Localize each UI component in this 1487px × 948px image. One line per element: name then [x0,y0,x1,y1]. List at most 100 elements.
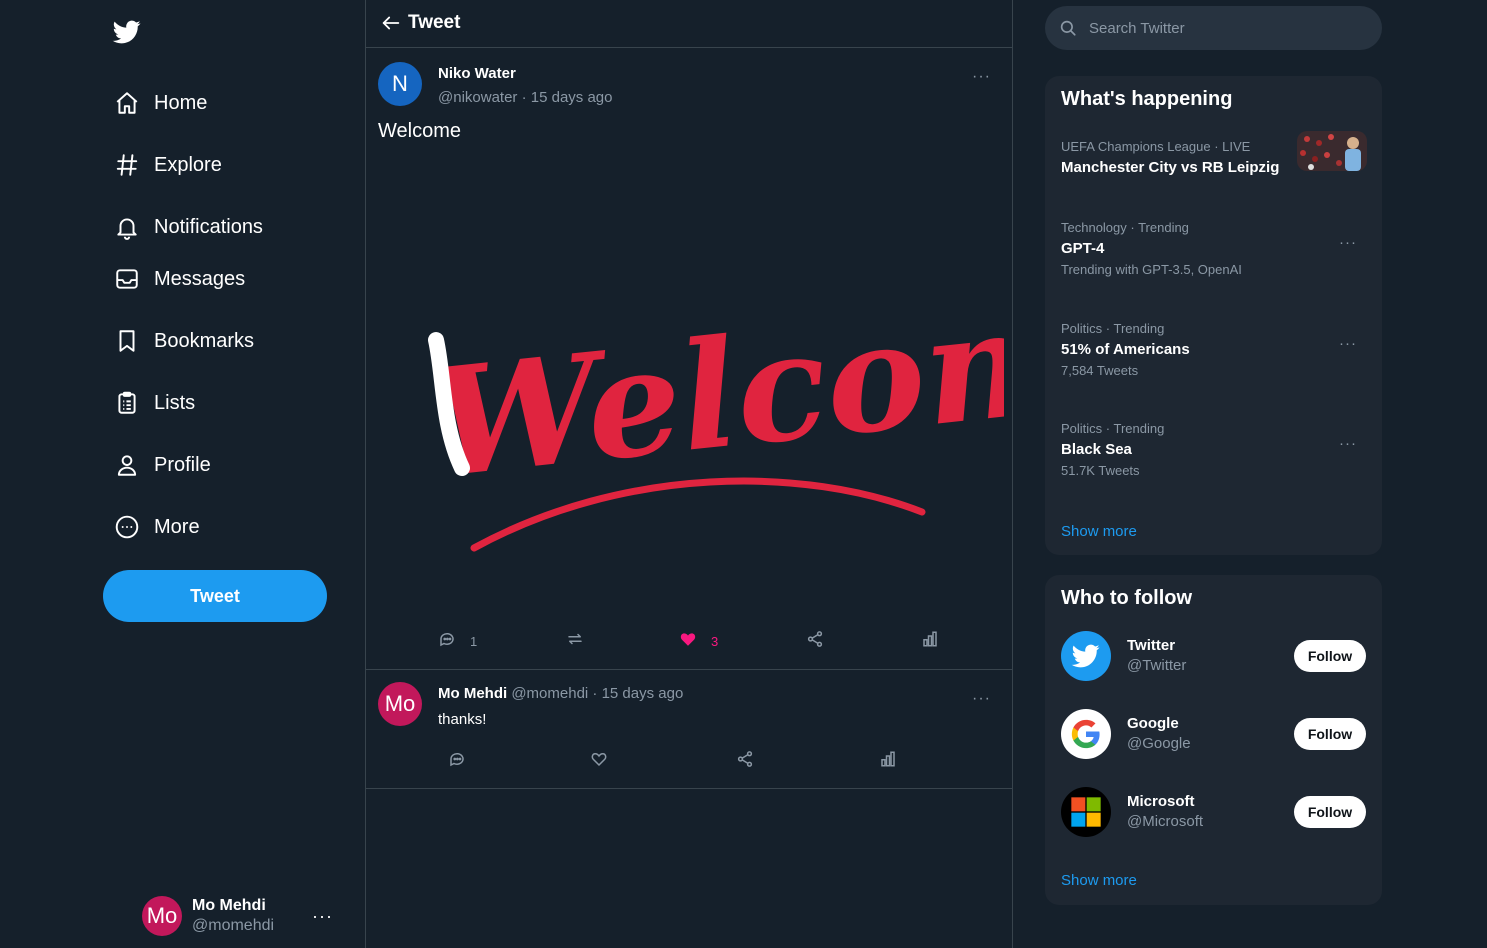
share-icon [806,630,824,653]
page-header: Tweet [366,0,1012,48]
trend-more-icon[interactable]: ··· [1339,335,1357,352]
trend-title: GPT-4 [1061,240,1105,257]
tweet-author-name[interactable]: Niko Water [438,65,516,82]
twitter-logo-icon [1061,631,1111,681]
page-title: Tweet [408,12,461,33]
bell-icon [114,214,140,240]
share-button[interactable] [806,630,824,653]
tweet-more-icon[interactable]: ··· [972,68,991,86]
like-button[interactable] [590,750,608,773]
reply-button[interactable]: 1 [438,630,477,653]
follow-handle: @Google [1127,735,1191,752]
sidebar-item-bookmarks[interactable]: Bookmarks [114,321,254,361]
follow-suggestion[interactable]: Google @Google Follow [1061,709,1367,761]
heart-filled-icon [679,630,697,653]
search-bar[interactable] [1045,6,1382,50]
microsoft-logo-icon [1061,787,1111,837]
main-column: Tweet N Niko Water @nikowater · 15 days … [365,0,1183,948]
right-sidebar: What's happening UEFA Champions League ·… [1013,0,1487,948]
panel-title: Who to follow [1061,587,1193,609]
sidebar-item-label: Home [154,91,208,114]
follow-handle: @Microsoft [1127,813,1204,830]
main-tweet: N Niko Water @nikowater · 15 days ago ··… [366,48,1183,670]
share-icon [736,750,754,773]
sidebar-item-label: More [154,515,200,538]
tweet-media-image[interactable]: Welcome [374,166,1183,606]
twitter-bird-icon[interactable] [112,18,142,46]
inbox-icon [114,266,140,292]
like-count: 3 [711,634,719,649]
hashtag-icon [114,152,140,178]
trend-item[interactable]: Politics · Trending 51% of Americans 7,5… [1061,321,1367,378]
sidebar-item-label: Bookmarks [154,329,255,352]
reply-more-icon[interactable]: ··· [972,690,991,708]
who-to-follow-panel: Who to follow Twitter @Twitter Follow Go… [1045,575,1382,905]
search-icon [1059,19,1077,37]
sidebar-item-explore[interactable]: Explore [114,145,222,185]
reply-author-name[interactable]: Mo Mehdi [438,685,507,702]
trend-subtitle: 7,584 Tweets [1061,363,1139,378]
analytics-button[interactable] [879,750,897,773]
trend-more-icon[interactable]: ··· [1339,435,1357,452]
follow-suggestion[interactable]: Microsoft @Microsoft Follow [1061,787,1367,839]
trend-category: Technology · Trending [1061,220,1189,235]
account-more-icon[interactable]: ··· [312,906,333,927]
back-arrow-icon[interactable] [380,12,402,34]
account-name: Mo Mehdi [192,897,266,914]
follow-show-more-link[interactable]: Show more [1061,872,1137,889]
trends-show-more-link[interactable]: Show more [1061,523,1137,540]
sidebar-item-home[interactable]: Home [114,83,207,123]
follow-suggestion[interactable]: Twitter @Twitter Follow [1061,631,1367,683]
trend-item[interactable]: Technology · Trending GPT-4 Trending wit… [1061,220,1367,277]
trend-item[interactable]: UEFA Champions League · LIVE Manchester … [1061,131,1367,176]
panel-title: What's happening [1061,88,1233,110]
analytics-icon [879,750,897,773]
retweet-icon [566,630,584,653]
left-sidebar: Home Explore Notifications Messages Book… [0,0,365,948]
like-button[interactable]: 3 [679,630,718,653]
follow-name: Microsoft [1127,793,1195,810]
trend-subtitle: 51.7K Tweets [1061,463,1140,478]
reply-text: thanks! [438,711,487,728]
sidebar-item-messages[interactable]: Messages [114,259,245,299]
tweet-actions: 1 3 [366,626,1012,652]
follow-name: Twitter [1127,637,1176,654]
trend-more-icon[interactable]: ··· [1339,234,1357,251]
analytics-icon [921,630,939,653]
account-handle: @momehdi [192,917,275,934]
sidebar-item-notifications[interactable]: Notifications [114,207,263,247]
reply-button[interactable] [448,750,466,773]
analytics-button[interactable] [921,630,939,653]
share-button[interactable] [736,750,754,773]
sidebar-item-more[interactable]: More [114,507,200,547]
follow-button[interactable]: Follow [1294,796,1366,828]
sidebar-item-label: Messages [154,267,246,290]
trend-thumbnail-image [1297,131,1367,171]
follow-button[interactable]: Follow [1294,718,1366,750]
reply-count: 1 [470,634,478,649]
sidebar-item-lists[interactable]: Lists [114,383,195,423]
clipboard-icon [114,390,140,416]
avatar[interactable]: N [378,62,422,106]
trend-item[interactable]: Politics · Trending Black Sea 51.7K Twee… [1061,421,1367,478]
follow-handle: @Twitter [1127,657,1187,674]
account-switcher[interactable]: Mo Mo Mehdi @momehdi ··· [142,896,342,936]
follow-button[interactable]: Follow [1294,640,1366,672]
sidebar-item-profile[interactable]: Profile [114,445,211,485]
sidebar-item-label: Explore [154,153,222,176]
avatar[interactable]: Mo [378,682,422,726]
retweet-button[interactable] [566,630,584,653]
more-circle-icon [114,514,140,540]
welcome-graphic-text: Welcome [424,260,1004,511]
reply-meta: @momehdi · 15 days ago [511,685,684,702]
home-icon [114,90,140,116]
tweet-button[interactable]: Tweet [103,570,327,622]
comment-icon [448,750,466,773]
tweet-meta: @nikowater · 15 days ago [438,89,613,106]
bookmark-icon [114,328,140,354]
follow-name: Google [1127,715,1179,732]
search-input[interactable] [1089,6,1369,50]
whats-happening-panel: What's happening UEFA Champions League ·… [1045,76,1382,555]
sidebar-item-label: Notifications [154,215,263,238]
google-logo-icon [1061,709,1111,759]
